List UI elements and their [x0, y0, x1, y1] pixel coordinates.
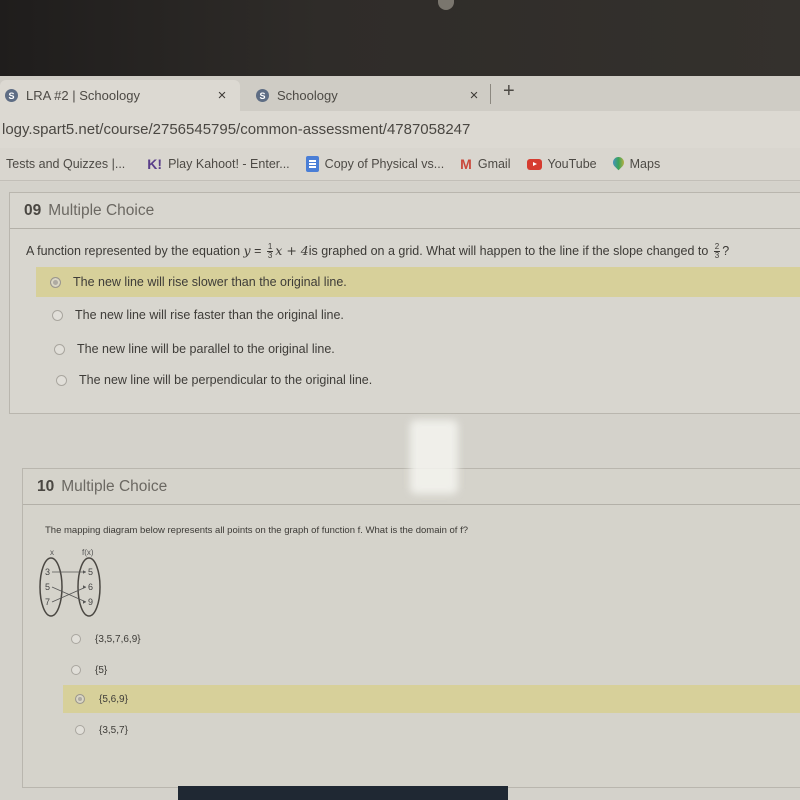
- choice-label: {3,5,7,6,9}: [95, 633, 141, 645]
- answer-choice-c[interactable]: {5,6,9}: [63, 685, 800, 713]
- bookmark-google-doc[interactable]: Copy of Physical vs...: [305, 156, 445, 172]
- bookmark-kahoot[interactable]: K! Play Kahoot! - Enter...: [147, 156, 289, 172]
- question-stem: A function represented by the equation y…: [26, 243, 729, 260]
- bookmark-label: Copy of Physical vs...: [324, 157, 445, 171]
- answer-choice-a[interactable]: The new line will rise slower than the o…: [36, 267, 800, 297]
- question-header: 09 Multiple Choice: [10, 193, 800, 229]
- schoology-favicon-icon: S: [5, 89, 18, 102]
- new-tab-button[interactable]: +: [503, 80, 515, 103]
- choice-label: The new line will rise faster than the o…: [75, 308, 344, 322]
- bookmark-label: Gmail: [477, 157, 511, 171]
- os-taskbar: [178, 786, 508, 800]
- maps-icon: [613, 157, 624, 171]
- tab-strip: S LRA #2 | Schoology × S Schoology × +: [0, 76, 800, 111]
- choice-label: {5,6,9}: [99, 693, 128, 705]
- new-slope-denominator: 3: [714, 251, 720, 261]
- choice-label: The new line will be perpendicular to th…: [79, 373, 373, 387]
- radio-unselected[interactable]: [52, 309, 63, 321]
- radio-unselected[interactable]: [71, 634, 81, 644]
- equation-rest: x + 4: [275, 243, 309, 258]
- equation-y: y: [243, 243, 251, 258]
- question-number: 10: [37, 477, 55, 495]
- x-column-label: x: [50, 548, 54, 557]
- bookmark-youtube[interactable]: YouTube: [526, 157, 597, 171]
- tab-title: Schoology: [277, 88, 338, 103]
- close-tab-icon[interactable]: ×: [464, 87, 484, 104]
- radio-unselected[interactable]: [71, 665, 81, 675]
- close-tab-icon[interactable]: ×: [212, 87, 232, 104]
- new-slope-fraction: 23: [713, 243, 721, 261]
- range-value: 9: [88, 597, 93, 607]
- tab-schoology[interactable]: S Schoology ×: [242, 80, 492, 111]
- arrowhead: [83, 600, 86, 604]
- radio-selected[interactable]: [50, 276, 61, 288]
- domain-value: 7: [45, 597, 50, 607]
- slope-fraction: 13: [266, 243, 274, 261]
- question-09: 09 Multiple Choice A function represente…: [9, 192, 800, 414]
- answer-choice-c[interactable]: The new line will be parallel to the ori…: [54, 334, 335, 364]
- url-text[interactable]: logy.spart5.net/course/2756545795/common…: [0, 121, 470, 138]
- answer-choice-d[interactable]: {3,5,7}: [75, 716, 128, 744]
- choice-label: {5}: [95, 664, 108, 676]
- answer-choice-a[interactable]: {3,5,7,6,9}: [71, 625, 141, 653]
- question-type: Multiple Choice: [61, 477, 168, 495]
- google-docs-icon: [305, 156, 319, 172]
- tab-separator: [490, 84, 491, 104]
- schoology-favicon-icon: S: [256, 89, 269, 102]
- bookmark-tests-and-quizzes[interactable]: Tests and Quizzes |...: [6, 157, 125, 171]
- choice-label: {3,5,7}: [99, 724, 128, 736]
- question-10: 10 Multiple Choice The mapping diagram b…: [22, 468, 800, 788]
- bookmark-label: YouTube: [547, 157, 597, 171]
- tab-title: LRA #2 | Schoology: [26, 88, 140, 103]
- choice-label: The new line will rise slower than the o…: [73, 275, 347, 289]
- equals-sign: =: [250, 244, 265, 258]
- fx-column-label: f(x): [82, 548, 94, 557]
- radio-selected[interactable]: [75, 694, 85, 704]
- webcam: [438, 0, 454, 10]
- stem-text: A function represented by the equation: [26, 244, 244, 258]
- assessment-content: 09 Multiple Choice A function represente…: [0, 182, 800, 800]
- domain-value: 5: [45, 582, 50, 592]
- question-type: Multiple Choice: [48, 201, 155, 219]
- bookmark-gmail[interactable]: M Gmail: [460, 156, 510, 172]
- radio-unselected[interactable]: [56, 374, 67, 386]
- monitor-bezel: [0, 0, 800, 78]
- arrowhead: [83, 570, 86, 574]
- bookmark-maps[interactable]: Maps: [613, 157, 661, 171]
- stem-text: ?: [722, 244, 730, 258]
- bookmark-label: Maps: [629, 157, 661, 171]
- arrowhead: [83, 585, 86, 589]
- screen-glare: [410, 420, 458, 494]
- slope-denominator: 3: [267, 251, 273, 261]
- question-stem: The mapping diagram below represents all…: [45, 525, 468, 536]
- kahoot-icon: K!: [147, 156, 163, 172]
- address-bar[interactable]: logy.spart5.net/course/2756545795/common…: [0, 111, 800, 148]
- youtube-icon: [526, 158, 542, 170]
- domain-value: 3: [45, 567, 50, 577]
- tab-lra-schoology[interactable]: S LRA #2 | Schoology ×: [0, 80, 240, 111]
- radio-unselected[interactable]: [54, 343, 65, 355]
- radio-unselected[interactable]: [75, 725, 85, 735]
- range-value: 5: [88, 567, 93, 577]
- answer-choice-b[interactable]: {5}: [71, 656, 107, 684]
- bookmark-label: Tests and Quizzes |...: [6, 157, 126, 171]
- bookmarks-bar: Tests and Quizzes |... K! Play Kahoot! -…: [0, 148, 800, 181]
- range-value: 6: [88, 582, 93, 592]
- browser-window: S LRA #2 | Schoology × S Schoology × + l…: [0, 76, 800, 800]
- choice-label: The new line will be parallel to the ori…: [77, 342, 335, 356]
- gmail-icon: M: [460, 156, 472, 172]
- stem-text: is graphed on a grid. What will happen t…: [308, 244, 712, 258]
- answer-choice-d[interactable]: The new line will be perpendicular to th…: [56, 365, 372, 395]
- answer-choice-b[interactable]: The new line will rise faster than the o…: [52, 300, 344, 330]
- domain-oval: [39, 557, 63, 617]
- question-number: 09: [24, 201, 42, 219]
- bookmark-label: Play Kahoot! - Enter...: [168, 157, 290, 171]
- mapping-diagram: x f(x) 3 5 7 5 6 9: [39, 548, 101, 617]
